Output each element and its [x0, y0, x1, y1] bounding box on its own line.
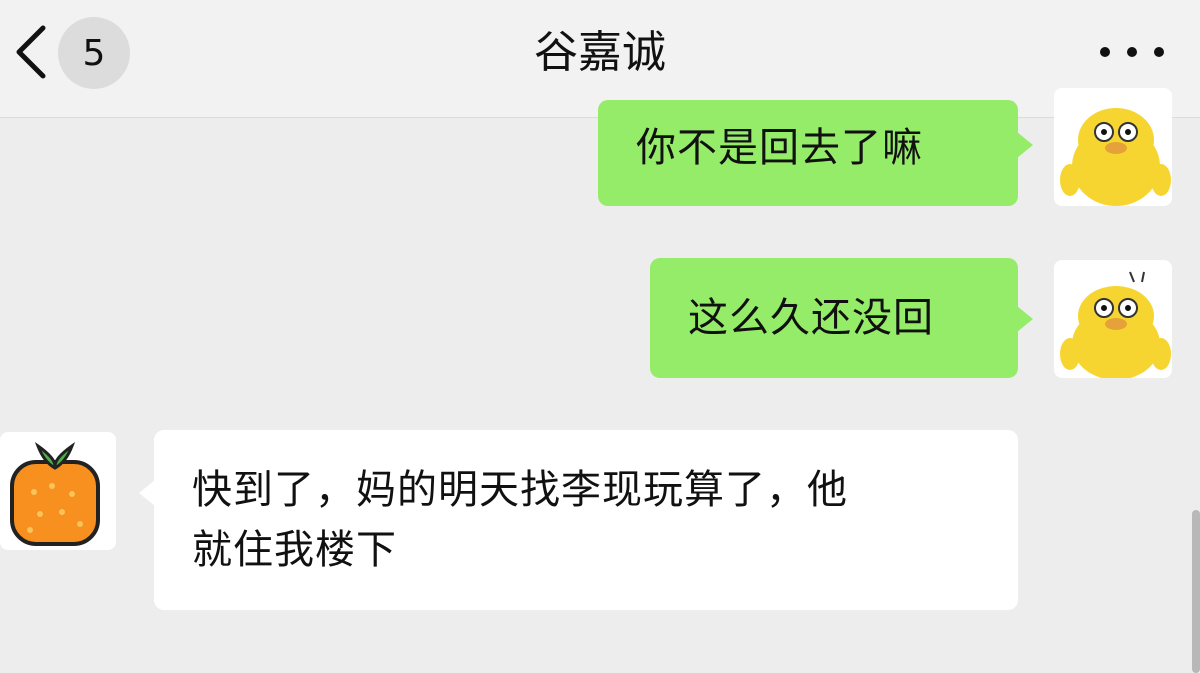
unread-count-badge[interactable]: 5 [58, 17, 130, 89]
bubble-tail [1017, 306, 1033, 332]
back-button[interactable] [8, 22, 52, 82]
chevron-left-icon [16, 25, 46, 79]
avatar[interactable] [1054, 260, 1172, 378]
scrollbar[interactable] [1192, 510, 1200, 673]
message-text-line: 就住我楼下 [192, 527, 397, 573]
orange-avatar-icon [10, 441, 100, 546]
bubble-tail [1017, 132, 1033, 158]
message-bubble[interactable]: 你不是回去了嘛 [598, 100, 1018, 206]
message-text: 这么久还没回 [688, 295, 934, 341]
message-text: 你不是回去了嘛 [636, 125, 923, 171]
chat-header: 5 谷嘉诚 [0, 0, 1200, 118]
chat-title: 谷嘉诚 [534, 27, 666, 78]
avatar[interactable] [1054, 88, 1172, 206]
more-horizontal-icon [1100, 47, 1110, 57]
bubble-tail [139, 480, 155, 506]
message-bubble[interactable]: 快到了，妈的明天找李现玩算了，他 就住我楼下 [154, 430, 1018, 610]
avatar[interactable] [0, 432, 116, 550]
duck-avatar-icon [1060, 271, 1171, 378]
message-bubble[interactable]: 这么久还没回 [650, 258, 1018, 378]
more-options-button[interactable] [1100, 30, 1164, 74]
duck-avatar-icon [1060, 108, 1171, 206]
message-text-line: 快到了，妈的明天找李现玩算了，他 [192, 467, 848, 513]
